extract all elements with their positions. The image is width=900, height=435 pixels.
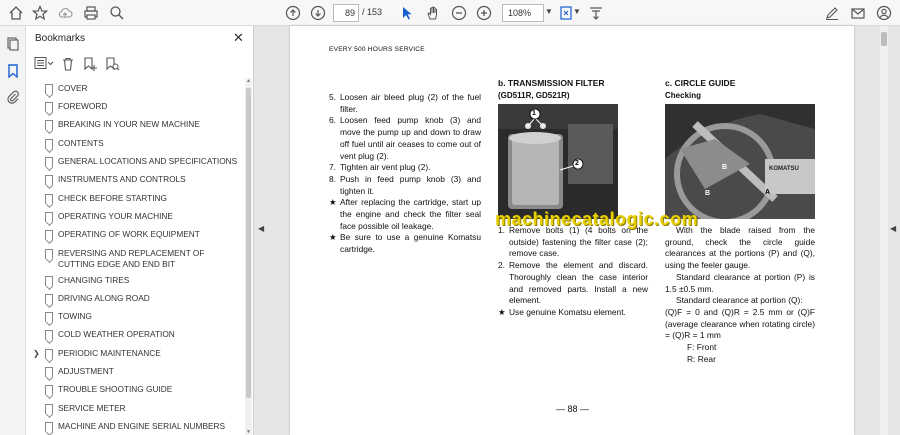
fit-menu-chevron-icon[interactable]: ▼ [573, 7, 581, 16]
document-scrollbar[interactable] [880, 26, 888, 435]
top-toolbar: 89 / 153 108% ▼ ▼ [0, 0, 900, 26]
account-icon[interactable] [874, 3, 894, 23]
section-heading: c. CIRCLE GUIDE [665, 78, 736, 88]
delete-bookmark-icon[interactable] [60, 56, 76, 71]
expand-right-panel-icon[interactable]: ◀ [890, 224, 896, 233]
photo-callout-b-upper: B [722, 164, 728, 171]
bookmarks-panel-icon[interactable] [5, 63, 21, 79]
note-item: ★ After replacing the cartridge, start up… [329, 197, 481, 231]
note-item: ★ Be sure to use a genuine Komatsu cartri… [329, 232, 481, 255]
close-icon[interactable]: ✕ [233, 30, 244, 46]
home-icon[interactable] [6, 3, 26, 23]
bookmark-icon [45, 312, 53, 322]
collapse-left-panel-icon[interactable]: ◀ [258, 224, 264, 233]
bookmark-icon [45, 157, 53, 167]
bookmark-star-icon[interactable] [30, 3, 50, 23]
zoom-in-icon[interactable] [474, 3, 494, 23]
scroll-mode-icon[interactable] [586, 3, 606, 23]
legend-front: F: Front [687, 342, 717, 353]
zoom-level-field[interactable]: 108% [502, 4, 544, 22]
bookmark-icon [45, 102, 53, 112]
add-bookmark-icon[interactable] [82, 56, 98, 71]
step-item: 5. Loosen air bleed plug (2) of the fuel … [329, 92, 481, 114]
bookmarks-scrollbar[interactable]: ▲ ▼ [245, 78, 252, 435]
scrollbar-thumb[interactable] [246, 88, 251, 398]
paragraph: (Q)F = 0 and (Q)R = 2.5 mm or (Q)F (aver… [665, 306, 815, 341]
section-subheading: (GD511R, GD521R) [498, 90, 570, 100]
step-item: 7. Tighten air vent plug (2). [329, 162, 431, 173]
select-cursor-icon[interactable] [397, 3, 417, 23]
zoom-out-icon[interactable] [449, 3, 469, 23]
bookmark-icon [45, 120, 53, 130]
photo-callout-b-lower: B [705, 190, 711, 197]
section-subheading: Checking [665, 90, 702, 100]
bookmark-icon [45, 330, 53, 340]
step-item: 1. Remove bolts (1) (4 bolts on the outsi… [498, 225, 648, 259]
bookmark-icon [45, 367, 53, 377]
bookmarks-panel-title: Bookmarks [35, 33, 86, 44]
bookmark-icon [45, 84, 53, 94]
bookmark-icon [45, 276, 53, 286]
legend-rear: R: Rear [687, 353, 716, 364]
email-icon[interactable] [848, 3, 868, 23]
photo-callout-a: A [765, 189, 771, 196]
find-bookmark-icon[interactable] [104, 56, 120, 71]
sign-pen-icon[interactable] [822, 3, 842, 23]
photo-callout-2: 2 [575, 160, 579, 167]
step-item: 6. Loosen feed pump knob (3) and move the… [329, 115, 481, 161]
page-total: / 153 [362, 7, 383, 17]
scrollbar-thumb[interactable] [881, 32, 887, 46]
page-header: EVERY 500 HOURS SERVICE [329, 46, 425, 53]
circle-guide-photo: B A B KOMATSU [665, 104, 815, 219]
bookmark-icon [45, 385, 53, 395]
bookmark-icon [45, 194, 53, 204]
transmission-filter-photo: 1 2 [498, 104, 618, 219]
page-number-input[interactable]: 89 [333, 4, 359, 22]
scroll-down-icon[interactable]: ▼ [245, 429, 252, 435]
document-viewer: ◀ ◀ EVERY 500 HOURS SERVICE 5. Loosen air… [254, 26, 900, 435]
attachments-icon[interactable] [5, 89, 21, 105]
step-item: 2. Remove the element and discard. Thorou… [498, 260, 648, 306]
bookmark-toolbar [34, 56, 120, 72]
bookmark-icon [45, 212, 53, 222]
options-menu-icon[interactable] [34, 56, 54, 70]
section-heading: b. TRANSMISSION FILTER [498, 78, 605, 88]
bookmark-icon [45, 139, 53, 149]
cloud-upload-icon[interactable] [55, 3, 75, 23]
previous-page-icon[interactable] [283, 3, 303, 23]
watermark: machinecatalogic.com [495, 209, 699, 229]
photo-callout-1: 1 [532, 110, 536, 117]
scroll-up-icon[interactable]: ▲ [245, 78, 252, 84]
pdf-page: EVERY 500 HOURS SERVICE 5. Loosen air ble… [290, 26, 854, 435]
chevron-right-icon[interactable]: ❯ [33, 348, 40, 359]
bookmark-icon [45, 404, 53, 414]
note-item: ★ Use genuine Komatsu element. [498, 306, 626, 317]
bookmark-icon [45, 230, 53, 240]
next-page-icon[interactable] [308, 3, 328, 23]
bookmarks-panel: Bookmarks ✕ COVER FOREWORD BREAKING IN Y… [26, 26, 254, 435]
paragraph: With the blade raised from the ground, c… [665, 225, 815, 271]
transmission-filter-section: b. TRANSMISSION FILTER (GD511R, GD521R) [498, 78, 648, 319]
paragraph: Standard clearance at portion (Q): [676, 295, 803, 306]
bookmark-icon [45, 175, 53, 185]
left-navigation-rail [0, 26, 26, 435]
print-icon[interactable] [81, 3, 101, 23]
page-thumbnails-icon[interactable] [5, 36, 21, 52]
page-number: — 88 — [556, 404, 590, 414]
komatsu-marking: KOMATSU [769, 166, 799, 172]
bookmark-list: COVER FOREWORD BREAKING IN YOUR NEW MACH… [33, 83, 238, 432]
bookmark-icon [45, 422, 53, 432]
bookmark-icon [45, 294, 53, 304]
step-item: 8. Push in feed pump knob (3) and tighten… [329, 173, 481, 196]
bookmark-icon [45, 349, 53, 359]
chevron-down-icon[interactable]: ▼ [545, 7, 553, 16]
search-icon[interactable] [107, 3, 127, 23]
bookmark-icon [45, 249, 53, 259]
paragraph: Standard clearance at portion (P) is 1.5… [665, 271, 815, 294]
fuel-filter-steps: 5. Loosen air bleed plug (2) of the fuel … [329, 92, 481, 256]
hand-tool-icon[interactable] [423, 3, 443, 23]
